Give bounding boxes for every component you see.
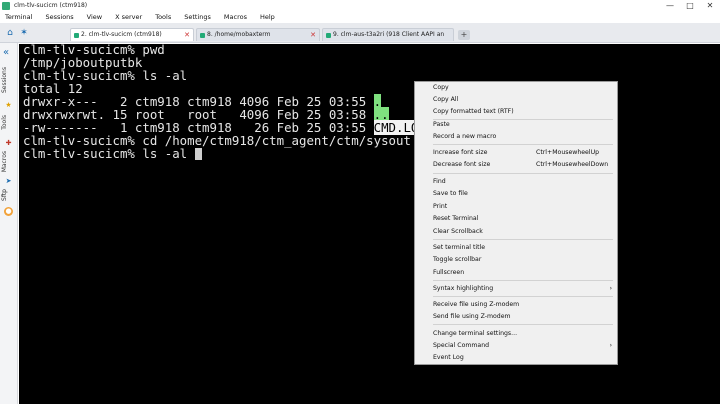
menu-item-send-zmodem[interactable]: Send file using Z-modem	[415, 311, 617, 322]
menu-bar: Terminal Sessions View X server Tools Se…	[0, 12, 720, 23]
menu-item-change-settings[interactable]: Change terminal settings...	[415, 328, 617, 339]
submenu-arrow-icon: ›	[609, 285, 612, 292]
menu-item-copy[interactable]: Copy	[415, 82, 617, 93]
menu-item-receive-zmodem[interactable]: Receive file using Z-modem	[415, 299, 617, 310]
close-icon[interactable]: ✕	[310, 29, 316, 41]
menu-item-copy-all[interactable]: Copy All	[415, 94, 617, 105]
close-icon[interactable]: ✕	[184, 29, 190, 41]
menu-tools[interactable]: Tools	[150, 12, 179, 23]
menu-item-record-macro[interactable]: Record a new macro	[415, 131, 617, 142]
star-icon[interactable]: ★	[4, 101, 13, 110]
menu-item-copy-rtf[interactable]: Copy formatted text (RTF)	[415, 106, 617, 117]
sftp-icon[interactable]: ●	[4, 207, 13, 216]
menu-item-event-log[interactable]: Event Log	[415, 352, 617, 363]
window-title: clm-tlv-sucicm (ctm918)	[14, 2, 88, 9]
menu-item-set-title[interactable]: Set terminal title	[415, 242, 617, 253]
menu-item-save-to-file[interactable]: Save to file	[415, 188, 617, 199]
menu-x-server[interactable]: X server	[110, 12, 150, 23]
sidebar-tab-sessions[interactable]: Sessions	[1, 67, 8, 93]
sidebar-tab-sftp[interactable]: Sftp	[1, 189, 8, 201]
menu-item-find[interactable]: Find	[415, 176, 617, 187]
maximize-button[interactable]: □	[680, 1, 700, 11]
menu-item-paste[interactable]: Paste	[415, 119, 617, 130]
new-tab-button[interactable]: +	[458, 30, 470, 40]
menu-item-special-command[interactable]: Special Command ›	[415, 340, 617, 351]
menu-separator	[433, 173, 613, 174]
tab-session-9[interactable]: 9. clm-aus-t3a2ri (918 Client AAPI an	[322, 28, 454, 41]
home-icon[interactable]: ⌂	[4, 27, 16, 39]
sidebar-tab-tools[interactable]: Tools	[1, 115, 8, 130]
menu-view[interactable]: View	[82, 12, 110, 23]
tab-label: 2. clm-tlv-sucicm (ctm918)	[81, 31, 162, 38]
menu-separator	[433, 280, 613, 281]
star-icon[interactable]: ✶	[18, 27, 30, 39]
menu-item-print[interactable]: Print	[415, 201, 617, 212]
menu-settings[interactable]: Settings	[179, 12, 219, 23]
close-button[interactable]: ✕	[700, 1, 720, 11]
menu-item-reset-terminal[interactable]: Reset Terminal	[415, 213, 617, 224]
menu-item-decrease-font[interactable]: Decrease font size Ctrl+MousewheelDown	[415, 159, 617, 170]
macro-icon[interactable]: ➤	[4, 177, 13, 186]
terminal-cursor	[194, 148, 202, 160]
tab-label: 9. clm-aus-t3a2ri (918 Client AAPI an	[333, 31, 445, 38]
menu-macros[interactable]: Macros	[219, 12, 255, 23]
terminal-icon	[74, 33, 79, 38]
context-menu: Copy Copy All Copy formatted text (RTF) …	[414, 81, 618, 365]
menu-item-fullscreen[interactable]: Fullscreen	[415, 267, 617, 278]
submenu-arrow-icon: ›	[609, 342, 612, 349]
terminal-line: clm-tlv-sucicm% ls -al	[23, 147, 202, 160]
sidebar-tab-macros[interactable]: Macros	[1, 151, 8, 172]
menu-item-increase-font[interactable]: Increase font size Ctrl+MousewheelUp	[415, 147, 617, 158]
side-panel: « Sessions ★ Tools ✚ Macros ➤ Sftp ●	[0, 43, 18, 404]
menu-separator	[433, 144, 613, 145]
menu-separator	[433, 296, 613, 297]
tab-session-2[interactable]: 2. clm-tlv-sucicm (ctm918) ✕	[70, 28, 194, 41]
tools-icon[interactable]: ✚	[4, 139, 13, 148]
menu-item-syntax-highlighting[interactable]: Syntax highlighting ›	[415, 283, 617, 294]
tab-label: 8. /home/mobaxterm	[207, 31, 271, 38]
menu-separator	[433, 239, 613, 240]
menu-item-toggle-scrollbar[interactable]: Toggle scrollbar	[415, 254, 617, 265]
title-bar: clm-tlv-sucicm (ctm918) — □ ✕	[0, 0, 720, 12]
menu-separator	[433, 324, 613, 325]
minimize-button[interactable]: —	[660, 1, 680, 11]
collapse-arrow-icon[interactable]: «	[3, 47, 9, 58]
terminal-icon	[200, 33, 205, 38]
menu-item-clear-scrollback[interactable]: Clear Scrollback	[415, 226, 617, 237]
tab-bar: ⌂ ✶ 2. clm-tlv-sucicm (ctm918) ✕ 8. /hom…	[0, 23, 720, 43]
app-icon	[2, 2, 10, 10]
terminal-icon	[326, 33, 331, 38]
menu-help[interactable]: Help	[255, 12, 283, 23]
tab-session-8[interactable]: 8. /home/mobaxterm ✕	[196, 28, 320, 41]
menu-terminal[interactable]: Terminal	[0, 12, 40, 23]
menu-sessions[interactable]: Sessions	[40, 12, 81, 23]
